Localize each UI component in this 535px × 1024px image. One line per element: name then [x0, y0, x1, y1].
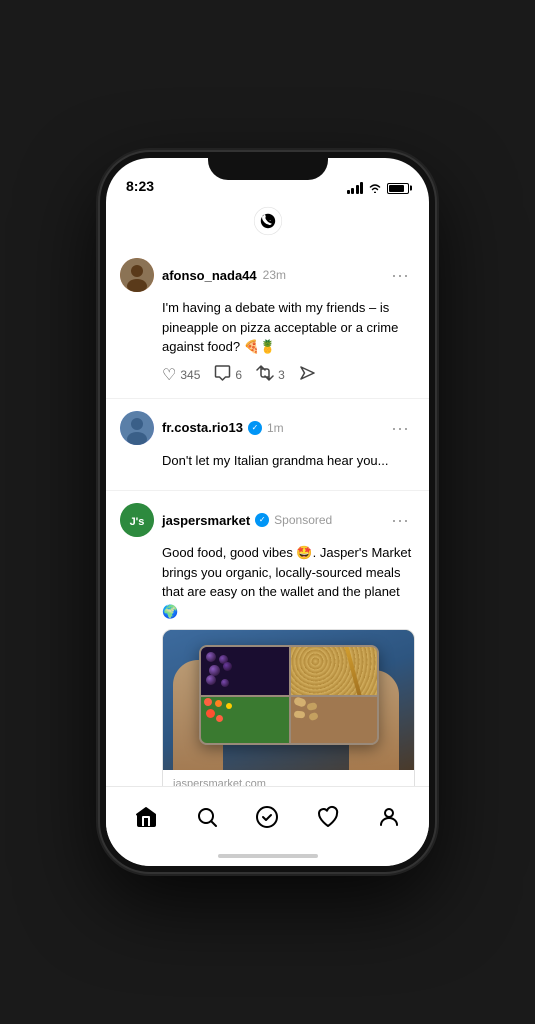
- repost-count-afonso: 3: [278, 368, 285, 382]
- heart-icon-afonso: ♡: [162, 365, 176, 385]
- home-indicator: [106, 846, 429, 866]
- phone-frame: 8:23: [100, 152, 435, 872]
- avatar-jaspers: J's: [120, 503, 154, 537]
- svg-text:J's: J's: [130, 516, 145, 528]
- battery-icon: [387, 183, 409, 194]
- send-icon-afonso: [299, 365, 316, 386]
- avatar-afonso: [120, 258, 154, 292]
- post-header-left-jaspers: J's jaspersmarket ✓ Sponsored: [120, 503, 332, 537]
- person-icon: [377, 805, 401, 829]
- verified-badge-frcosta: ✓: [248, 421, 262, 435]
- post-content-jaspers: Good food, good vibes 🤩. Jasper's Market…: [162, 543, 415, 786]
- notch: [208, 152, 328, 180]
- post-header-jaspers: J's jaspersmarket ✓ Sponsored: [120, 503, 415, 537]
- post-meta-jaspers: jaspersmarket ✓ Sponsored: [162, 513, 332, 528]
- nav-compose[interactable]: [247, 797, 287, 837]
- post-header-frcosta: fr.costa.rio13 ✓ 1m ···: [120, 411, 415, 445]
- app-header: [106, 200, 429, 246]
- nav-profile[interactable]: [369, 797, 409, 837]
- post-jaspers: J's jaspersmarket ✓ Sponsored: [106, 491, 429, 786]
- post-header-left-frcosta: fr.costa.rio13 ✓ 1m: [120, 411, 284, 445]
- like-button-afonso[interactable]: ♡ 345: [162, 365, 200, 385]
- feed[interactable]: afonso_nada44 23m ··· I'm having a debat…: [106, 246, 429, 786]
- compose-icon: [255, 805, 279, 829]
- post-header-left: afonso_nada44 23m: [120, 258, 286, 292]
- nav-home[interactable]: [126, 797, 166, 837]
- post-text-frcosta: Don't let my Italian grandma hear you...: [162, 451, 415, 471]
- time-frcosta: 1m: [267, 421, 284, 435]
- more-button-jaspers[interactable]: ···: [385, 509, 415, 531]
- post-meta-frcosta: fr.costa.rio13 ✓ 1m: [162, 420, 284, 435]
- comment-icon-afonso: [214, 365, 231, 386]
- threads-logo-icon: [253, 206, 283, 236]
- more-button-afonso[interactable]: ···: [385, 264, 415, 286]
- bottom-nav: [106, 786, 429, 846]
- ad-image-jaspers: [163, 630, 414, 770]
- nav-search[interactable]: [187, 797, 227, 837]
- verified-badge-jaspers: ✓: [255, 513, 269, 527]
- search-icon: [195, 805, 219, 829]
- send-button-afonso[interactable]: [299, 365, 316, 386]
- post-header-afonso: afonso_nada44 23m ···: [120, 258, 415, 292]
- post-text-afonso: I'm having a debate with my friends – is…: [162, 298, 415, 357]
- ad-info-jaspers[interactable]: jaspersmarket.com Jasper's Market · Orga…: [163, 770, 414, 786]
- username-jaspers: jaspersmarket: [162, 513, 250, 528]
- ad-card-jaspers[interactable]: jaspersmarket.com Jasper's Market · Orga…: [162, 629, 415, 786]
- action-bar-afonso: ♡ 345 6: [162, 365, 415, 386]
- post-frcosta: fr.costa.rio13 ✓ 1m ··· Don't let my Ita…: [106, 399, 429, 492]
- status-time: 8:23: [126, 178, 154, 194]
- home-icon: [134, 805, 158, 829]
- home-indicator-bar: [218, 854, 318, 858]
- heart-nav-icon: [316, 805, 340, 829]
- like-count-afonso: 345: [180, 368, 200, 382]
- ad-domain: jaspersmarket.com: [173, 778, 404, 786]
- comment-button-afonso[interactable]: 6: [214, 365, 242, 386]
- username-frcosta: fr.costa.rio13: [162, 420, 243, 435]
- repost-icon-afonso: [256, 365, 274, 386]
- status-icons: [347, 182, 410, 194]
- post-meta-afonso: afonso_nada44 23m: [162, 268, 286, 283]
- post-text-jaspers: Good food, good vibes 🤩. Jasper's Market…: [162, 543, 415, 621]
- time-afonso: 23m: [263, 268, 286, 282]
- signal-bars-icon: [347, 182, 364, 194]
- more-button-frcosta[interactable]: ···: [385, 417, 415, 439]
- nav-activity[interactable]: [308, 797, 348, 837]
- comment-count-afonso: 6: [235, 368, 242, 382]
- post-content-frcosta: Don't let my Italian grandma hear you...: [162, 451, 415, 471]
- avatar-frcosta: [120, 411, 154, 445]
- sponsored-label: Sponsored: [274, 513, 332, 527]
- post-content-afonso: I'm having a debate with my friends – is…: [162, 298, 415, 386]
- username-afonso: afonso_nada44: [162, 268, 257, 283]
- repost-button-afonso[interactable]: 3: [256, 365, 285, 386]
- phone-screen: 8:23: [106, 158, 429, 866]
- wifi-icon: [368, 183, 382, 193]
- post-afonso: afonso_nada44 23m ··· I'm having a debat…: [106, 246, 429, 399]
